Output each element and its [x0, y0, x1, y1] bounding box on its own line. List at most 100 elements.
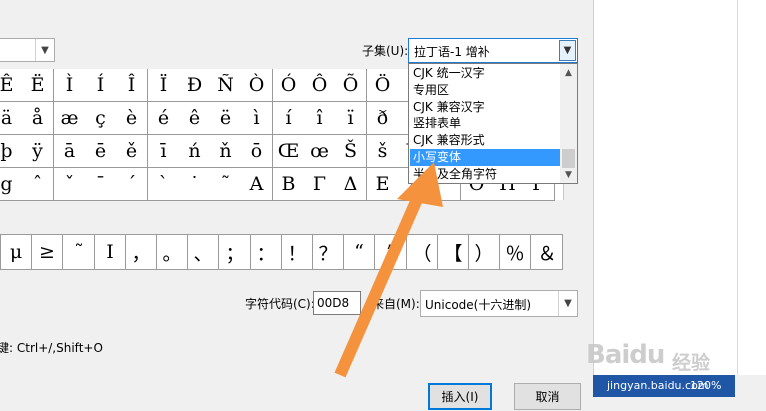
symbol-cell[interactable]: æ	[54, 102, 86, 135]
chevron-down-icon[interactable]: ▼	[559, 40, 576, 61]
symbol-cell[interactable]: å	[22, 102, 54, 135]
symbol-cell[interactable]: ˋ	[148, 168, 180, 201]
symbol-cell[interactable]: Î	[116, 69, 148, 102]
symbol-cell[interactable]: ä	[0, 102, 23, 135]
from-combo[interactable]: Unicode(十六进制) ▼	[420, 290, 578, 317]
recent-symbol-cell[interactable]: ，	[126, 235, 157, 269]
symbol-cell[interactable]: ě	[116, 135, 148, 168]
symbol-cell[interactable]: ī	[148, 135, 180, 168]
subset-combo[interactable]: 拉丁语-1 增补 ▼	[408, 38, 578, 63]
symbol-cell[interactable]: Ì	[54, 69, 86, 102]
recent-symbol-cell[interactable]: Ι	[95, 235, 126, 269]
symbol-cell[interactable]: g	[0, 168, 23, 201]
symbol-cell[interactable]: ì	[241, 102, 273, 135]
symbol-cell[interactable]: Ε	[367, 168, 399, 201]
baidu-jingyan-text: 经验	[672, 352, 711, 374]
recent-symbol-cell[interactable]: 【	[438, 235, 469, 269]
recent-symbol-cell[interactable]: “	[344, 235, 375, 269]
dropdown-option[interactable]: 小写变体	[410, 149, 560, 166]
chevron-down-icon[interactable]: ▼	[558, 291, 577, 316]
symbol-cell[interactable]: Ò	[241, 69, 273, 102]
subset-value: 拉丁语-1 增补	[414, 45, 490, 59]
recent-symbol-cell[interactable]: 。	[157, 235, 188, 269]
symbol-cell[interactable]: Š	[335, 135, 367, 168]
symbol-cell[interactable]: ˉ	[85, 168, 117, 201]
recent-symbol-cell[interactable]: ”	[376, 235, 407, 269]
font-combo[interactable]: ▼	[0, 38, 55, 62]
recent-symbol-cell[interactable]: ˜	[64, 235, 95, 269]
recent-symbol-cell[interactable]: ）	[469, 235, 500, 269]
dropdown-option[interactable]: 专用区	[410, 82, 560, 99]
symbol-cell[interactable]: Ë	[22, 69, 54, 102]
symbol-cell[interactable]: é	[148, 102, 180, 135]
symbol-cell[interactable]: ê	[179, 102, 211, 135]
symbol-cell[interactable]: ń	[179, 135, 211, 168]
symbol-cell[interactable]: ÿ	[22, 135, 54, 168]
symbol-cell[interactable]: Α	[241, 168, 273, 201]
recent-symbol-cell[interactable]: 、	[188, 235, 219, 269]
symbol-cell[interactable]: ō	[241, 135, 273, 168]
symbol-cell[interactable]: Γ	[304, 168, 336, 201]
symbol-cell[interactable]: ï	[335, 102, 367, 135]
symbol-dialog: ▼ 子集(U): 拉丁语-1 增补 ▼ ÊËÌÍÎÏÐÑÒÓÔÕÖ×äåæçèé…	[0, 0, 593, 411]
recent-symbol-cell[interactable]: ！	[282, 235, 313, 269]
recent-symbol-cell[interactable]: ：	[251, 235, 282, 269]
symbol-cell[interactable]: ð	[367, 102, 399, 135]
symbol-cell[interactable]: ē	[85, 135, 117, 168]
symbol-cell[interactable]: ç	[85, 102, 117, 135]
symbol-cell[interactable]: Β	[273, 168, 305, 201]
symbol-cell[interactable]: Δ	[335, 168, 367, 201]
page-divider	[737, 0, 738, 375]
recent-symbol-cell[interactable]: ；	[220, 235, 251, 269]
recent-symbol-cell[interactable]: ＆	[532, 235, 563, 269]
from-value: Unicode(十六进制)	[425, 298, 532, 312]
dropdown-scrollbar[interactable]: ▲ ▼	[560, 64, 577, 183]
dropdown-option[interactable]: CJK 统一汉字	[410, 65, 560, 82]
char-code-input[interactable]: 00D8	[313, 291, 361, 315]
symbol-cell[interactable]: Ê	[0, 69, 23, 102]
symbol-cell[interactable]: Ó	[273, 69, 305, 102]
chevron-down-icon[interactable]: ▼	[35, 39, 54, 61]
symbol-cell[interactable]: ë	[210, 102, 242, 135]
symbol-cell[interactable]: ˊ	[116, 168, 148, 201]
symbol-cell[interactable]: Ô	[304, 69, 336, 102]
baidu-logo-text: Baidu	[586, 340, 665, 370]
insert-button[interactable]: 插入(I)	[428, 383, 492, 410]
symbol-cell[interactable]: Í	[85, 69, 117, 102]
recent-symbol-cell[interactable]: ％	[500, 235, 531, 269]
dropdown-option[interactable]: CJK 兼容汉字	[410, 99, 560, 116]
symbol-cell[interactable]: ā	[54, 135, 86, 168]
symbol-cell[interactable]: Œ	[273, 135, 305, 168]
symbol-cell[interactable]: ˇ	[54, 168, 86, 201]
recent-symbols-row: ≤μ≥˜Ι，。、；：！？“”（【）％＆	[0, 234, 563, 270]
cancel-button[interactable]: 取消	[514, 383, 581, 410]
recent-symbol-cell[interactable]: （	[407, 235, 438, 269]
symbol-cell[interactable]: Ð	[179, 69, 211, 102]
symbol-cell[interactable]: œ	[304, 135, 336, 168]
symbol-cell[interactable]: ˆ	[22, 168, 54, 201]
dropdown-option[interactable]: 竖排表单	[410, 115, 560, 132]
symbol-cell[interactable]: þ	[0, 135, 23, 168]
symbol-cell[interactable]: š	[367, 135, 399, 168]
char-code-label: 字符代码(C):	[245, 297, 315, 311]
symbol-cell[interactable]: î	[304, 102, 336, 135]
symbol-cell[interactable]: Ö	[367, 69, 399, 102]
symbol-cell[interactable]: ˜	[210, 168, 242, 201]
symbol-cell[interactable]: è	[116, 102, 148, 135]
statusbar: jingyan.baidu.com 120%	[593, 375, 735, 397]
symbol-cell[interactable]: Ñ	[210, 69, 242, 102]
scroll-up-icon[interactable]: ▲	[560, 64, 577, 81]
symbol-cell[interactable]: Õ	[335, 69, 367, 102]
symbol-cell[interactable]: Ï	[148, 69, 180, 102]
recent-symbol-cell[interactable]: ？	[313, 235, 344, 269]
recent-symbol-cell[interactable]: ≥	[32, 235, 63, 269]
symbol-cell[interactable]: ň	[210, 135, 242, 168]
symbol-cell[interactable]: í	[273, 102, 305, 135]
recent-symbol-cell[interactable]: μ	[1, 235, 32, 269]
scroll-down-icon[interactable]: ▼	[560, 166, 577, 183]
dropdown-option[interactable]: 半角及全角字符	[410, 166, 560, 183]
zoom-level[interactable]: 120%	[690, 376, 721, 396]
dropdown-option[interactable]: CJK 兼容形式	[410, 132, 560, 149]
symbol-cell[interactable]: ˙	[179, 168, 211, 201]
from-label: 来自(M):	[372, 297, 420, 311]
